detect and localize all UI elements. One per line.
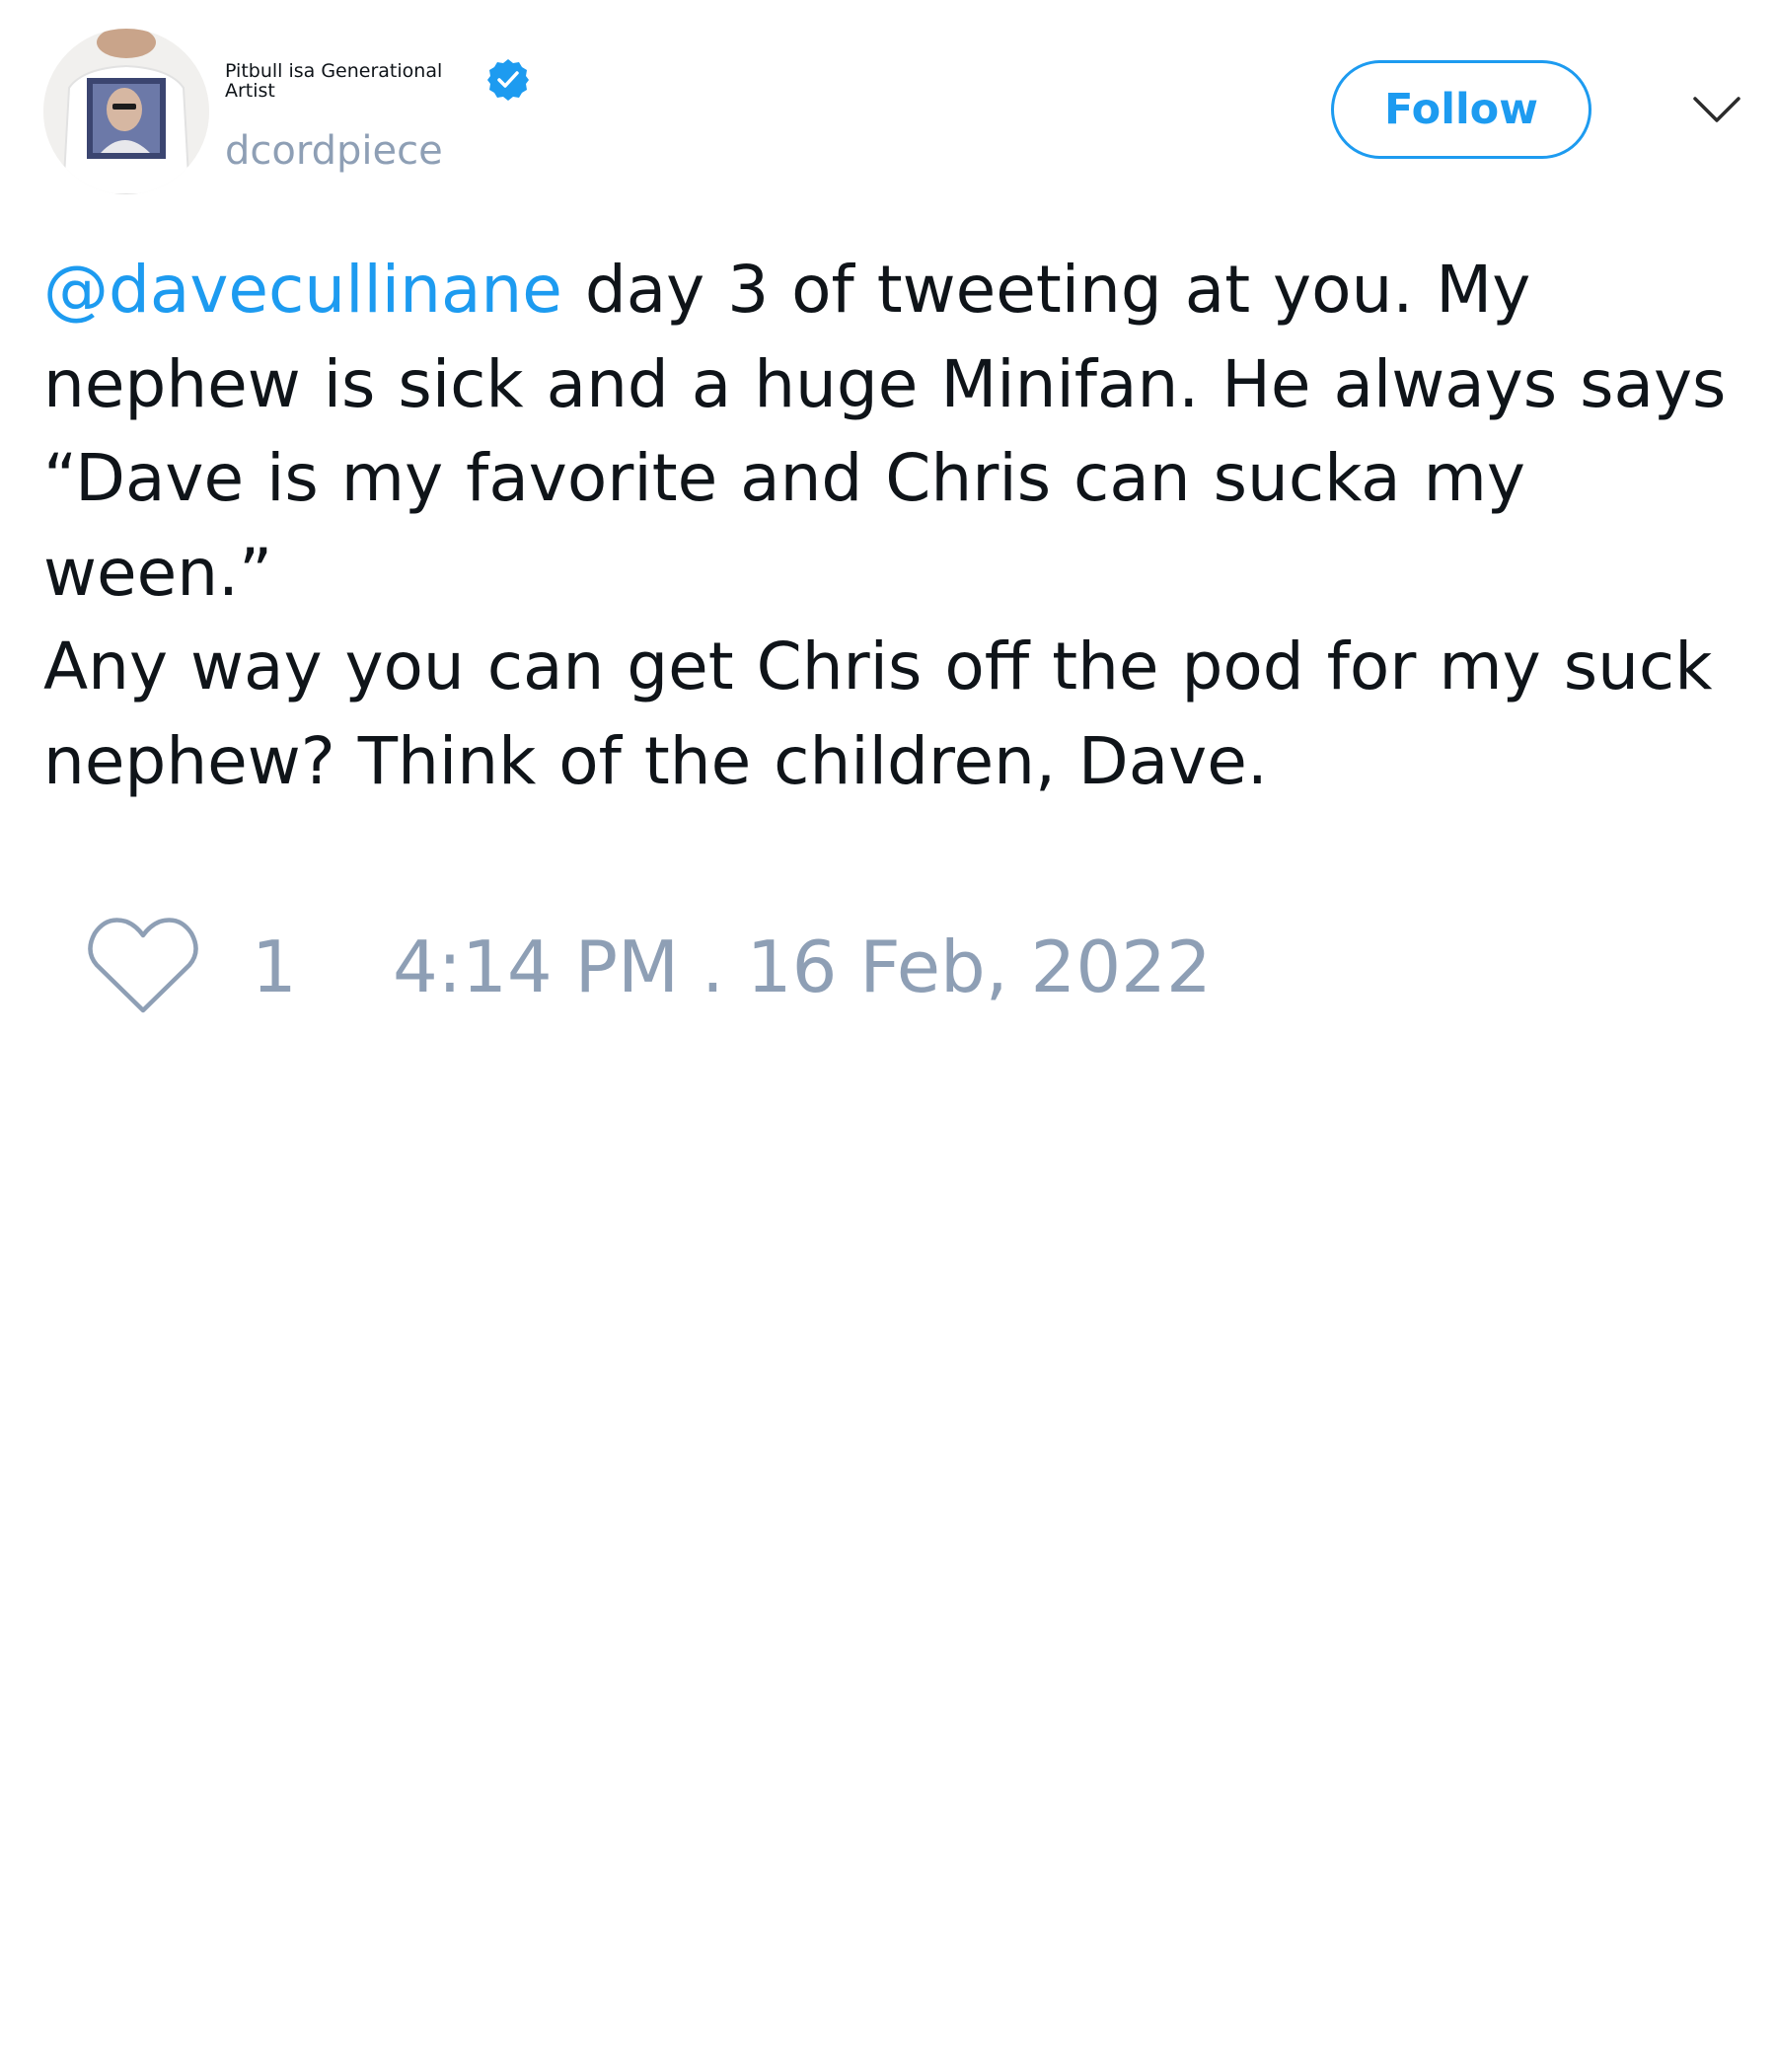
author-display-name[interactable]: Pitbull isa Generational Artist (225, 61, 462, 101)
chevron-down-icon[interactable] (1687, 81, 1746, 140)
author-handle[interactable]: dcordpiece (225, 128, 443, 174)
tweet-text: @davecullinane day 3 of tweeting at you.… (43, 243, 1760, 808)
like-count: 1 (252, 925, 297, 1008)
mention-link[interactable]: @davecullinane (43, 252, 562, 328)
verified-badge-icon (487, 59, 529, 101)
heart-icon[interactable] (87, 914, 199, 1016)
tweet-body: day 3 of tweeting at you. My nephew is s… (43, 252, 1727, 799)
avatar[interactable] (43, 29, 209, 194)
follow-button[interactable]: Follow (1331, 60, 1591, 159)
tweet-timestamp[interactable]: 4:14 PM . 16 Feb, 2022 (393, 927, 1212, 1006)
